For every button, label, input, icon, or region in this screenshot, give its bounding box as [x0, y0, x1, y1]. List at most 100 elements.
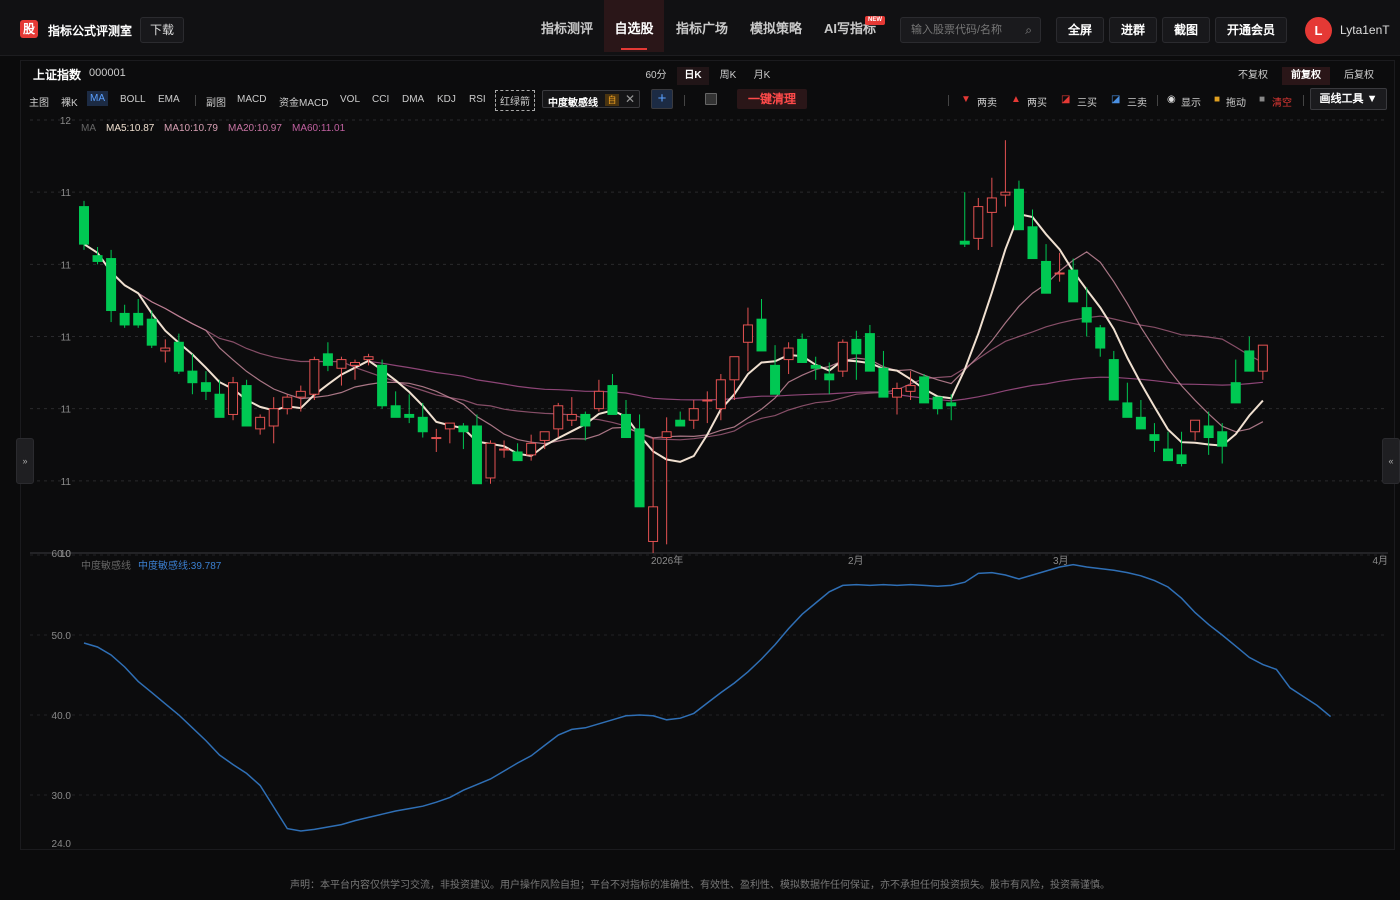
candle	[756, 298, 767, 352]
candle-body	[282, 396, 293, 410]
candle-body	[1257, 344, 1268, 372]
candle-body	[336, 359, 347, 369]
candle-body	[661, 431, 672, 439]
sub-y-axis-label: 30.0	[52, 791, 72, 802]
sub-y-axis-label: 50.0	[52, 631, 72, 642]
candle	[1190, 419, 1201, 441]
candle-body	[295, 390, 306, 398]
candle-body	[892, 387, 902, 398]
candle	[309, 356, 320, 401]
candle-body	[770, 364, 781, 395]
candle	[959, 192, 970, 248]
candle-body	[702, 399, 713, 402]
candle-body	[92, 255, 103, 262]
candle	[1054, 252, 1065, 282]
candle	[106, 249, 117, 323]
x-axis-label: 2026年	[651, 554, 683, 567]
candle	[1013, 180, 1024, 231]
candle-body	[160, 347, 171, 352]
candle	[593, 379, 604, 412]
y-axis-label: 11	[61, 333, 72, 344]
candle	[810, 356, 821, 380]
expand-right-button[interactable]: «	[1382, 438, 1400, 484]
candle	[241, 379, 252, 427]
candle	[1203, 411, 1214, 455]
sensitivity-line	[83, 563, 1332, 832]
candle	[539, 431, 550, 450]
y-axis-label: 12	[60, 116, 72, 127]
candle	[892, 382, 902, 415]
candle-body	[268, 408, 279, 427]
candle-body	[580, 413, 591, 427]
candle-body	[309, 359, 320, 395]
candle-body	[146, 318, 157, 346]
candle-body	[1081, 307, 1092, 323]
candle-body	[458, 425, 469, 433]
candle	[1000, 140, 1011, 207]
x-axis-label: 3月	[1053, 555, 1069, 567]
y-axis-label: 11	[61, 188, 72, 199]
candle	[851, 330, 862, 380]
candle-body	[1054, 272, 1065, 275]
candle	[228, 376, 239, 421]
candle-body	[1203, 425, 1214, 439]
kline-chart[interactable]: 1211111111111060.050.040.030.024.02026年 2…	[0, 0, 1400, 900]
candle	[675, 411, 686, 427]
candle	[688, 400, 699, 429]
candle-body	[173, 341, 184, 372]
candle	[499, 440, 510, 458]
ma5-legend: MA5:10.87	[106, 123, 155, 134]
candle-body	[390, 405, 401, 418]
candle	[404, 394, 415, 424]
y-axis-label: 11	[61, 405, 72, 416]
candle	[79, 200, 89, 250]
sub-legend-value: 中度敏感线:39.787	[138, 561, 222, 572]
candle-body	[526, 442, 537, 456]
candle	[729, 356, 740, 401]
candle-body	[1230, 382, 1241, 404]
candle	[837, 339, 848, 377]
candle	[621, 400, 631, 439]
candle-body	[322, 353, 333, 366]
candle	[336, 356, 347, 386]
candle-body	[471, 425, 482, 485]
candle-body	[675, 419, 686, 427]
candle	[742, 307, 753, 372]
candle	[607, 374, 618, 415]
expand-left-button[interactable]: »	[16, 438, 34, 484]
candle-body	[363, 356, 374, 361]
candle	[282, 394, 293, 415]
candle	[1217, 423, 1228, 464]
candle-body	[553, 405, 564, 430]
candle-body	[1163, 448, 1173, 462]
candle	[431, 428, 442, 452]
candle	[187, 353, 198, 395]
disclaimer: 声明：本平台内容仅供学习交流，非投资建议。用户操作风险自担；平台不对指标的准确性…	[290, 880, 1110, 891]
candle	[648, 437, 659, 553]
candle-body	[499, 448, 510, 451]
candle-body	[255, 416, 266, 430]
candle-body	[512, 451, 523, 462]
candle-body	[1108, 359, 1119, 401]
candle-body	[810, 364, 821, 369]
candle-body	[1000, 191, 1011, 196]
candle	[1122, 382, 1133, 418]
candle	[214, 379, 225, 418]
candle-body	[1013, 188, 1024, 231]
candle	[919, 374, 930, 404]
candle	[1257, 344, 1268, 380]
candle	[580, 411, 591, 441]
candle	[864, 324, 875, 372]
candle-body	[905, 385, 916, 392]
sensitivity-subchart	[83, 563, 1332, 832]
y-axis-label: 11	[61, 260, 72, 271]
candle-body	[377, 364, 388, 407]
candle	[390, 391, 401, 418]
candle-body	[214, 393, 225, 418]
candle	[268, 397, 279, 444]
candle-body	[1095, 327, 1106, 349]
y-axis-label: 11	[61, 477, 72, 488]
candle-body	[1027, 226, 1038, 260]
candle-body	[444, 422, 455, 430]
candle	[377, 359, 388, 409]
